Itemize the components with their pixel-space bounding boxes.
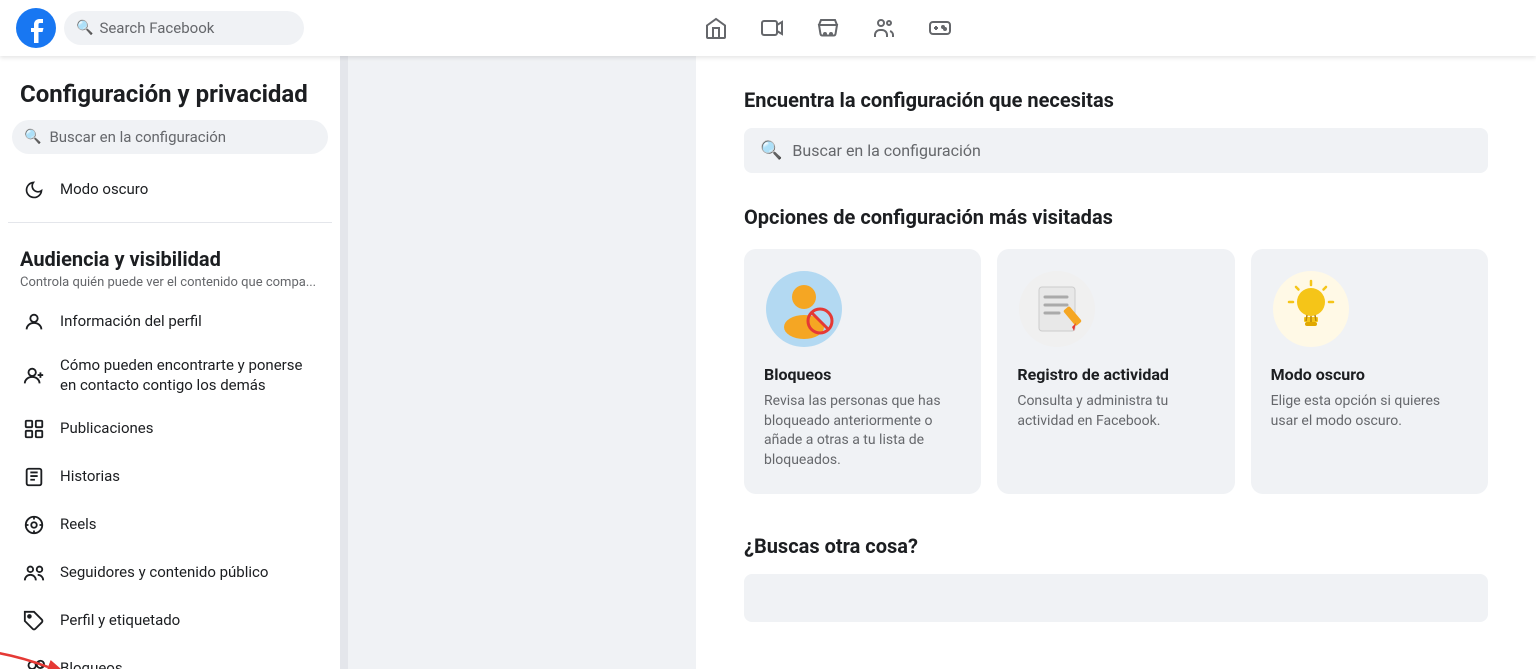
person-icon	[20, 308, 48, 336]
dark-mode-card-desc: Elige esta opción si quieres usar el mod…	[1271, 392, 1468, 431]
sidebar-title: Configuración y privacidad	[8, 72, 332, 120]
sidebar-search-box[interactable]: 🔍 Buscar en la configuración	[12, 120, 328, 154]
buscas-heading: ¿Buscas otra cosa?	[744, 534, 1488, 558]
main-content: Encuentra la configuración que necesitas…	[696, 56, 1536, 669]
stories-label: Historias	[60, 467, 120, 487]
facebook-logo-icon[interactable]	[16, 8, 56, 48]
publications-label: Publicaciones	[60, 419, 154, 439]
profile-tag-label: Perfil y etiquetado	[60, 611, 180, 631]
sidebar-divider-1	[8, 222, 332, 223]
dark-mode-option-card[interactable]: Modo oscuro Elige esta opción si quieres…	[1251, 249, 1488, 494]
dark-mode-card-icon	[1271, 269, 1351, 349]
sidebar-item-profile-tag[interactable]: Perfil y etiquetado	[8, 597, 332, 645]
topnav-search-icon: 🔍	[76, 20, 93, 36]
sidebar-item-stories[interactable]: Historias	[8, 453, 332, 501]
sidebar: Configuración y privacidad 🔍 Buscar en l…	[0, 56, 340, 669]
tag-icon	[20, 607, 48, 635]
sidebar-item-contact[interactable]: Cómo pueden encontrarte y ponerse en con…	[8, 346, 332, 405]
sidebar-search-label: Buscar en la configuración	[49, 128, 226, 146]
sidebar-item-publications[interactable]: Publicaciones	[8, 405, 332, 453]
options-heading: Opciones de configuración más visitadas	[744, 205, 1488, 229]
dark-mode-card-title: Modo oscuro	[1271, 365, 1468, 384]
sidebar-item-dark-mode[interactable]: Modo oscuro	[8, 166, 332, 214]
sidebar-search-icon: 🔍	[24, 129, 41, 145]
blocks-card-title: Bloqueos	[764, 365, 961, 384]
stories-icon	[20, 463, 48, 491]
activity-card-icon	[1017, 269, 1097, 349]
topnav-search-box[interactable]: 🔍 Search Facebook	[64, 11, 304, 45]
audience-section-title: Audiencia y visibilidad	[8, 231, 332, 275]
topnav-left: 🔍 Search Facebook	[16, 8, 336, 48]
marketplace-nav-icon[interactable]	[804, 8, 852, 48]
sidebar-item-followers[interactable]: Seguidores y contenido público	[8, 549, 332, 597]
blocks-card-desc: Revisa las personas que has bloqueado an…	[764, 392, 961, 470]
reels-icon	[20, 511, 48, 539]
sidebar-divider-col	[340, 56, 348, 669]
buscas-search-bar[interactable]	[744, 574, 1488, 622]
options-cards: Bloqueos Revisa las personas que has blo…	[744, 249, 1488, 494]
grid-icon	[20, 415, 48, 443]
blocks-card-icon	[764, 269, 844, 349]
video-nav-icon[interactable]	[748, 8, 796, 48]
followers-label: Seguidores y contenido público	[60, 563, 268, 583]
topnav-search-text: Search Facebook	[99, 19, 214, 37]
sidebar-item-blocks[interactable]: Bloqueos	[8, 645, 332, 669]
reels-label: Reels	[60, 515, 97, 535]
dark-mode-icon	[20, 176, 48, 204]
followers-icon	[20, 559, 48, 587]
content-search-placeholder: Buscar en la configuración	[792, 141, 980, 160]
activity-card-desc: Consulta y administra tu actividad en Fa…	[1017, 392, 1214, 431]
blocks-option-card[interactable]: Bloqueos Revisa las personas que has blo…	[744, 249, 981, 494]
contact-label: Cómo pueden encontrarte y ponerse en con…	[60, 356, 320, 395]
activity-option-card[interactable]: Registro de actividad Consulta y adminis…	[997, 249, 1234, 494]
topnav: 🔍 Search Facebook	[0, 0, 1536, 56]
groups-nav-icon[interactable]	[860, 8, 908, 48]
home-nav-icon[interactable]	[692, 8, 740, 48]
content-search-icon: 🔍	[760, 140, 782, 161]
main-layout: Configuración y privacidad 🔍 Buscar en l…	[0, 56, 1536, 669]
sidebar-item-profile-info[interactable]: Información del perfil	[8, 298, 332, 346]
blocks-label: Bloqueos	[60, 659, 123, 669]
find-config-heading: Encuentra la configuración que necesitas	[744, 88, 1488, 112]
audience-section-desc: Controla quién puede ver el contenido qu…	[8, 275, 332, 298]
person-add-icon	[20, 362, 48, 390]
block-person-icon	[20, 655, 48, 669]
content-search-box[interactable]: 🔍 Buscar en la configuración	[744, 128, 1488, 173]
gaming-nav-icon[interactable]	[916, 8, 964, 48]
topnav-center	[336, 8, 1320, 48]
profile-info-label: Información del perfil	[60, 312, 202, 332]
sidebar-item-reels[interactable]: Reels	[8, 501, 332, 549]
activity-card-title: Registro de actividad	[1017, 365, 1214, 384]
dark-mode-label: Modo oscuro	[60, 180, 148, 200]
